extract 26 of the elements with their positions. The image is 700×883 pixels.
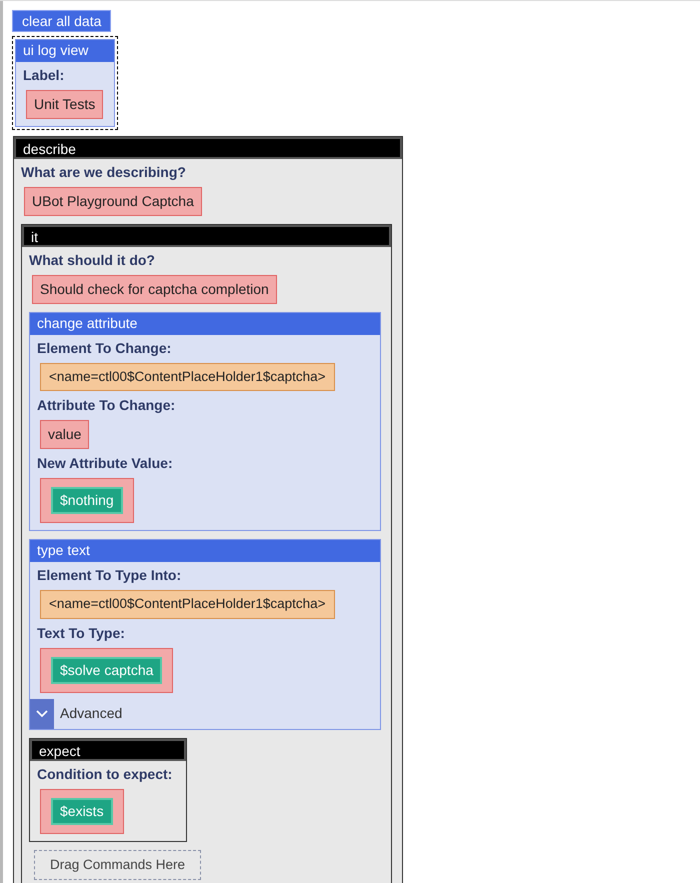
block-title[interactable]: it bbox=[22, 225, 391, 247]
text-value-field[interactable]: value bbox=[40, 420, 90, 450]
field-label: Attribute To Change: bbox=[37, 396, 176, 416]
field-label: What should it do? bbox=[29, 251, 155, 270]
element-selector-field[interactable]: <name=ctl00$ContentPlaceHolder1$captcha> bbox=[40, 590, 335, 618]
block-title[interactable]: ui log view bbox=[16, 40, 114, 62]
block-title[interactable]: change attribute bbox=[30, 313, 380, 335]
field-label: Text To Type: bbox=[37, 624, 125, 643]
text-value-field[interactable]: Unit Tests bbox=[26, 90, 104, 119]
element-selector-field[interactable]: <name=ctl00$ContentPlaceHolder1$captcha> bbox=[40, 363, 335, 392]
expand-toggle[interactable] bbox=[30, 698, 54, 728]
field-label: Label: bbox=[23, 66, 64, 85]
field-label: Condition to expect: bbox=[37, 764, 172, 784]
field-label: What are we describing? bbox=[21, 163, 186, 182]
advanced-label[interactable]: Advanced bbox=[60, 703, 122, 724]
field-label: New Attribute Value: bbox=[37, 454, 173, 474]
block-title[interactable]: type text bbox=[30, 540, 380, 562]
field-label: Element To Change: bbox=[37, 339, 172, 358]
field-label: Element To Type Into: bbox=[37, 566, 182, 586]
block-title[interactable]: describe bbox=[14, 137, 402, 159]
block-title[interactable]: expect bbox=[30, 738, 186, 760]
drop-zone[interactable]: Drag Commands Here bbox=[34, 850, 202, 880]
text-value-field[interactable]: Should check for captcha completion bbox=[32, 275, 277, 304]
text-value-field[interactable]: UBot Playground Captcha bbox=[24, 187, 202, 216]
clear-data-button[interactable]: clear all data bbox=[12, 10, 112, 32]
chevron-down-icon bbox=[36, 710, 48, 718]
